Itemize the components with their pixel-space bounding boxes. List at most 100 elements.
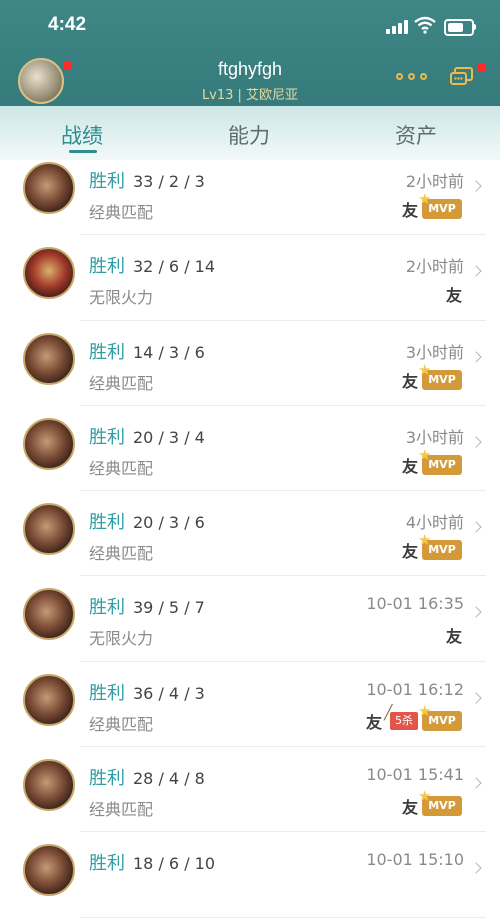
match-badges: 友 MVP — [401, 445, 462, 477]
friend-badge: 友 — [401, 456, 418, 476]
champion-avatar — [23, 247, 75, 300]
match-mode: 无限火力 — [89, 288, 154, 308]
match-kda: 20 / 3 / 4 — [133, 427, 205, 447]
match-title: 胜利 20 / 3 / 6 — [89, 508, 205, 534]
match-kda: 28 / 4 / 8 — [133, 769, 205, 789]
match-title: 胜利 39 / 5 / 7 — [89, 593, 205, 619]
match-badges: 友 MVP — [401, 360, 462, 392]
chevron-right-icon — [470, 606, 482, 619]
match-badges: 友 — [446, 282, 462, 306]
match-row[interactable]: 胜利 36 / 4 / 3 经典匹配 10-01 16:12 友 5杀 MVP — [0, 662, 500, 748]
more-dots-icon[interactable] — [396, 70, 428, 84]
tab-ability[interactable]: 能力 — [228, 120, 270, 150]
chevron-right-icon — [470, 862, 482, 875]
match-badges: 友 MVP — [401, 189, 462, 221]
chevron-right-icon — [470, 777, 482, 789]
chevron-right-icon — [470, 436, 482, 448]
match-time: 10-01 16:12 — [366, 679, 464, 699]
match-mode: 无限火力 — [89, 629, 154, 649]
match-result: 胜利 — [89, 512, 125, 534]
chevron-right-icon — [470, 521, 482, 533]
friend-badge: 友 — [401, 371, 418, 391]
champion-avatar — [23, 588, 75, 641]
match-kda: 14 / 3 / 6 — [133, 342, 205, 362]
level-region: Lv13 | 艾欧尼亚 — [201, 88, 299, 103]
mvp-badge: MVP — [418, 701, 462, 731]
match-row[interactable]: 胜利 28 / 4 / 8 经典匹配 10-01 15:41 友 MVP — [0, 747, 500, 833]
tab-assets[interactable]: 资产 — [395, 120, 437, 150]
match-badges: 友 5杀 MVP — [365, 701, 462, 733]
match-result: 胜利 — [89, 853, 125, 875]
match-mode: 经典匹配 — [89, 203, 154, 222]
friend-badge: 友 — [401, 798, 418, 818]
match-list: 胜利 33 / 2 / 3 经典匹配 2小时前 友 MVP 胜利 32 / 6 / … — [0, 150, 500, 918]
match-title: 胜利 32 / 6 / 14 — [89, 252, 215, 278]
match-title: 胜利 28 / 4 / 8 — [89, 764, 205, 790]
mvp-badge: MVP — [418, 445, 462, 475]
app-header: 4:42 ftghyfgh Lv13 | 艾欧尼亚 — [0, 0, 500, 106]
match-time: 10-01 15:10 — [366, 850, 464, 870]
wifi-icon — [414, 16, 436, 34]
chevron-right-icon — [470, 180, 482, 192]
match-mode: 经典匹配 — [89, 714, 154, 734]
champion-avatar — [23, 417, 75, 470]
match-title: 胜利 36 / 4 / 3 — [89, 679, 205, 705]
mvp-badge: MVP — [418, 530, 462, 561]
match-mode: 经典匹配 — [89, 458, 154, 478]
mvp-badge: MVP — [418, 189, 462, 219]
match-badges: 友 MVP — [401, 786, 462, 818]
match-result: 胜利 — [89, 597, 125, 619]
match-time: 2小时前 — [405, 172, 464, 191]
match-result: 胜利 — [89, 682, 125, 704]
signal-icon — [386, 20, 408, 34]
match-time: 2小时前 — [405, 257, 464, 277]
chevron-right-icon — [470, 692, 482, 704]
champion-avatar — [23, 503, 75, 556]
match-time: 4小时前 — [405, 513, 464, 533]
mvp-badge: MVP — [418, 360, 462, 390]
match-time: 3小时前 — [405, 342, 464, 362]
match-row[interactable]: 胜利 20 / 3 / 4 经典匹配 3小时前 友 MVP — [0, 406, 500, 492]
match-result: 胜利 — [89, 256, 125, 278]
match-title: 胜利 33 / 2 / 3 — [89, 167, 205, 193]
multikill-badge: 5杀 — [384, 704, 418, 730]
champion-avatar — [23, 332, 75, 385]
match-title: 胜利 18 / 6 / 10 — [89, 849, 215, 875]
chevron-right-icon — [470, 265, 482, 277]
match-row[interactable]: 胜利 18 / 6 / 10 10-01 15:10 — [0, 832, 500, 918]
match-time: 3小时前 — [405, 427, 464, 447]
match-mode: 经典匹配 — [89, 373, 154, 393]
match-badges: 友 MVP — [401, 530, 462, 562]
mvp-badge: MVP — [418, 786, 462, 817]
match-row[interactable]: 胜利 32 / 6 / 14 无限火力 2小时前 友 — [0, 235, 500, 321]
match-kda: 39 / 5 / 7 — [133, 598, 205, 618]
match-time: 10-01 16:35 — [366, 594, 464, 614]
match-row[interactable]: 胜利 20 / 3 / 6 经典匹配 4小时前 友 MVP — [0, 491, 500, 577]
tab-record[interactable]: 战绩 — [61, 120, 103, 150]
champion-avatar — [23, 162, 75, 214]
match-row[interactable]: 胜利 33 / 2 / 3 经典匹配 2小时前 友 MVP — [0, 150, 500, 236]
match-mode: 经典匹配 — [89, 800, 154, 820]
chat-icon[interactable] — [450, 67, 474, 87]
match-result: 胜利 — [89, 341, 125, 363]
champion-avatar — [23, 759, 75, 812]
battery-tip — [474, 24, 476, 30]
friend-badge: 友 — [365, 712, 382, 732]
match-row[interactable]: 胜利 14 / 3 / 6 经典匹配 3小时前 友 MVP — [0, 321, 500, 406]
match-row[interactable]: 胜利 39 / 5 / 7 无限火力 10-01 16:35 友 — [0, 576, 500, 662]
champion-avatar — [23, 844, 75, 897]
friend-badge: 友 — [445, 286, 462, 306]
match-kda: 32 / 6 / 14 — [133, 257, 216, 277]
match-result: 胜利 — [89, 768, 125, 790]
friend-badge: 友 — [401, 542, 418, 562]
chevron-right-icon — [470, 350, 482, 363]
match-result: 胜利 — [89, 171, 125, 192]
battery-icon — [444, 19, 474, 36]
friend-badge: 友 — [445, 627, 462, 647]
friend-badge: 友 — [401, 201, 418, 220]
match-kda: 20 / 3 / 6 — [133, 513, 205, 533]
status-time: 4:42 — [48, 14, 87, 35]
match-badges: 友 — [446, 623, 462, 647]
match-kda: 18 / 6 / 10 — [133, 854, 216, 874]
match-kda: 36 / 4 / 3 — [133, 683, 205, 703]
